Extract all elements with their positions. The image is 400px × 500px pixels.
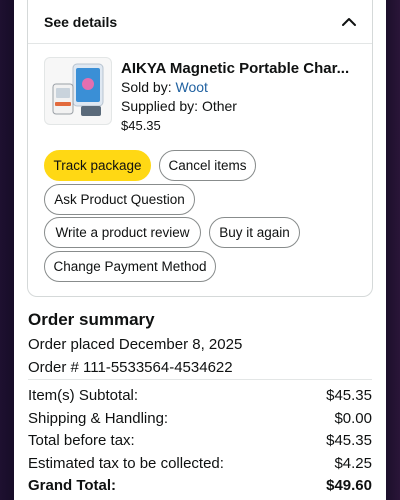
product-title[interactable]: AIKYA Magnetic Portable Char... xyxy=(121,59,366,78)
row-value: $0.00 xyxy=(334,409,372,427)
row-label: Estimated tax to be collected: xyxy=(28,454,224,472)
seller-link[interactable]: Woot xyxy=(175,79,207,95)
summary-divider xyxy=(28,379,372,380)
row-value: $45.35 xyxy=(326,432,372,450)
change-payment-method-button[interactable]: Change Payment Method xyxy=(44,251,216,282)
row-value: $4.25 xyxy=(334,454,372,472)
row-label: Total before tax: xyxy=(28,432,135,450)
row-value: $45.35 xyxy=(326,387,372,404)
row-label: Grand Total: xyxy=(28,477,117,495)
shipping-row: Shipping & Handling: $0.00 xyxy=(28,408,372,431)
subtotal-row: Item(s) Subtotal: $45.35 xyxy=(28,385,372,408)
order-summary-title: Order summary xyxy=(28,310,155,329)
order-placed-date: Order placed December 8, 2025 xyxy=(28,336,243,353)
product-info: AIKYA Magnetic Portable Char... Sold by:… xyxy=(121,59,366,135)
estimated-tax-row: Estimated tax to be collected: $4.25 xyxy=(28,453,372,476)
product-item: AIKYA Magnetic Portable Char... Sold by:… xyxy=(44,57,364,137)
sold-by-line: Sold by: Woot xyxy=(121,78,366,97)
sold-by-label: Sold by: xyxy=(121,79,176,95)
chevron-up-icon[interactable] xyxy=(340,13,358,31)
product-price: $45.35 xyxy=(121,118,161,133)
total-before-tax-row: Total before tax: $45.35 xyxy=(28,430,372,453)
write-review-button[interactable]: Write a product review xyxy=(44,217,201,248)
details-card: See details AIKYA Magnetic Portable Char… xyxy=(27,0,373,297)
supplied-by-line: Supplied by: Other xyxy=(121,98,237,114)
order-number: Order # 111-5533564-4534622 xyxy=(28,359,233,376)
track-package-button[interactable]: Track package xyxy=(44,150,151,181)
see-details-label: See details xyxy=(44,13,118,30)
order-totals: Item(s) Subtotal: $45.35 Shipping & Hand… xyxy=(28,385,372,498)
ask-product-question-button[interactable]: Ask Product Question xyxy=(44,184,195,215)
row-label: Shipping & Handling: xyxy=(28,409,169,427)
order-summary: Order summary Order placed December 8, 2… xyxy=(28,309,372,379)
see-details-toggle[interactable]: See details xyxy=(28,0,372,44)
product-image[interactable] xyxy=(44,57,112,125)
buy-it-again-button[interactable]: Buy it again xyxy=(209,217,300,248)
order-details-panel: See details AIKYA Magnetic Portable Char… xyxy=(14,0,386,500)
cancel-items-button[interactable]: Cancel items xyxy=(159,150,256,181)
grand-total-row: Grand Total: $49.60 xyxy=(28,475,372,498)
row-value: $49.60 xyxy=(326,477,372,495)
row-label: Item(s) Subtotal: xyxy=(28,387,139,404)
